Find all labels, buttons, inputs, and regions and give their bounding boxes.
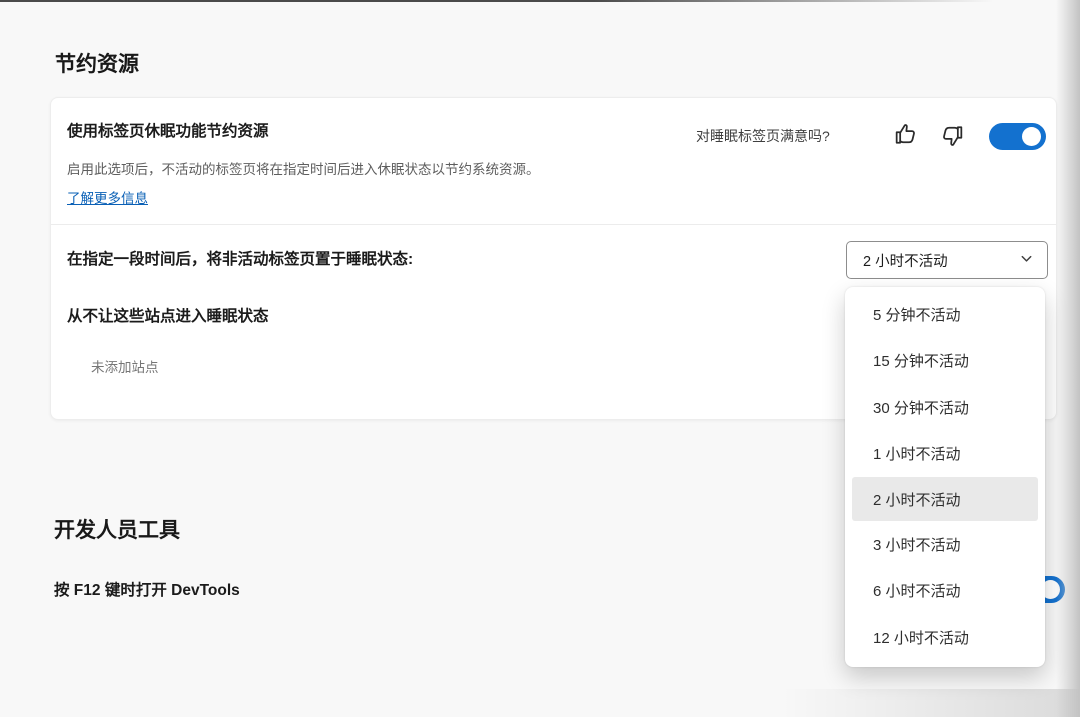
never-sleep-sites-title: 从不让这些站点进入睡眠状态	[67, 308, 269, 325]
card-divider	[51, 224, 1056, 225]
window-top-edge	[0, 0, 1080, 2]
never-sleep-empty-text: 未添加站点	[91, 360, 159, 375]
dropdown-option-30min[interactable]: 30 分钟不活动	[845, 384, 1045, 431]
dropdown-option-1h[interactable]: 1 小时不活动	[845, 431, 1045, 478]
sleeping-tabs-description: 启用此选项后，不活动的标签页将在指定时间后进入休眠状态以节约系统资源。	[67, 162, 540, 177]
dropdown-option-12h[interactable]: 12 小时不活动	[845, 614, 1045, 661]
sleep-timeout-dropdown: 5 分钟不活动 15 分钟不活动 30 分钟不活动 1 小时不活动 2 小时不活…	[845, 287, 1045, 667]
sleeping-tabs-setting-title: 使用标签页休眠功能节约资源	[67, 123, 269, 140]
sleeping-tabs-toggle[interactable]	[989, 123, 1046, 150]
thumbs-up-icon	[892, 124, 920, 151]
window-bottom-shadow	[780, 689, 1080, 717]
sleep-timeout-selected-value: 2 小时不活动	[863, 253, 948, 270]
devtools-section-title: 开发人员工具	[54, 519, 180, 543]
dropdown-option-3h[interactable]: 3 小时不活动	[845, 521, 1045, 568]
dropdown-option-5min[interactable]: 5 分钟不活动	[845, 291, 1045, 338]
thumbs-down-icon	[938, 126, 966, 153]
chevron-down-icon	[1019, 251, 1034, 270]
toggle-thumb	[1022, 127, 1041, 146]
learn-more-link[interactable]: 了解更多信息	[67, 187, 148, 207]
dropdown-option-6h[interactable]: 6 小时不活动	[845, 568, 1045, 615]
dropdown-option-2h-selected[interactable]: 2 小时不活动	[852, 477, 1038, 521]
thumbs-up-button[interactable]	[892, 120, 920, 148]
f12-devtools-label: 按 F12 键时打开 DevTools	[54, 582, 240, 599]
sleeping-tabs-feedback-prompt: 对睡眠标签页满意吗?	[696, 128, 830, 144]
dropdown-option-15min[interactable]: 15 分钟不活动	[845, 338, 1045, 385]
window-right-shadow	[1056, 0, 1080, 717]
resources-section-title: 节约资源	[55, 53, 139, 77]
thumbs-down-button[interactable]	[938, 122, 966, 150]
sleep-timeout-label: 在指定一段时间后，将非活动标签页置于睡眠状态:	[67, 251, 414, 268]
sleep-timeout-select[interactable]: 2 小时不活动	[846, 241, 1048, 279]
